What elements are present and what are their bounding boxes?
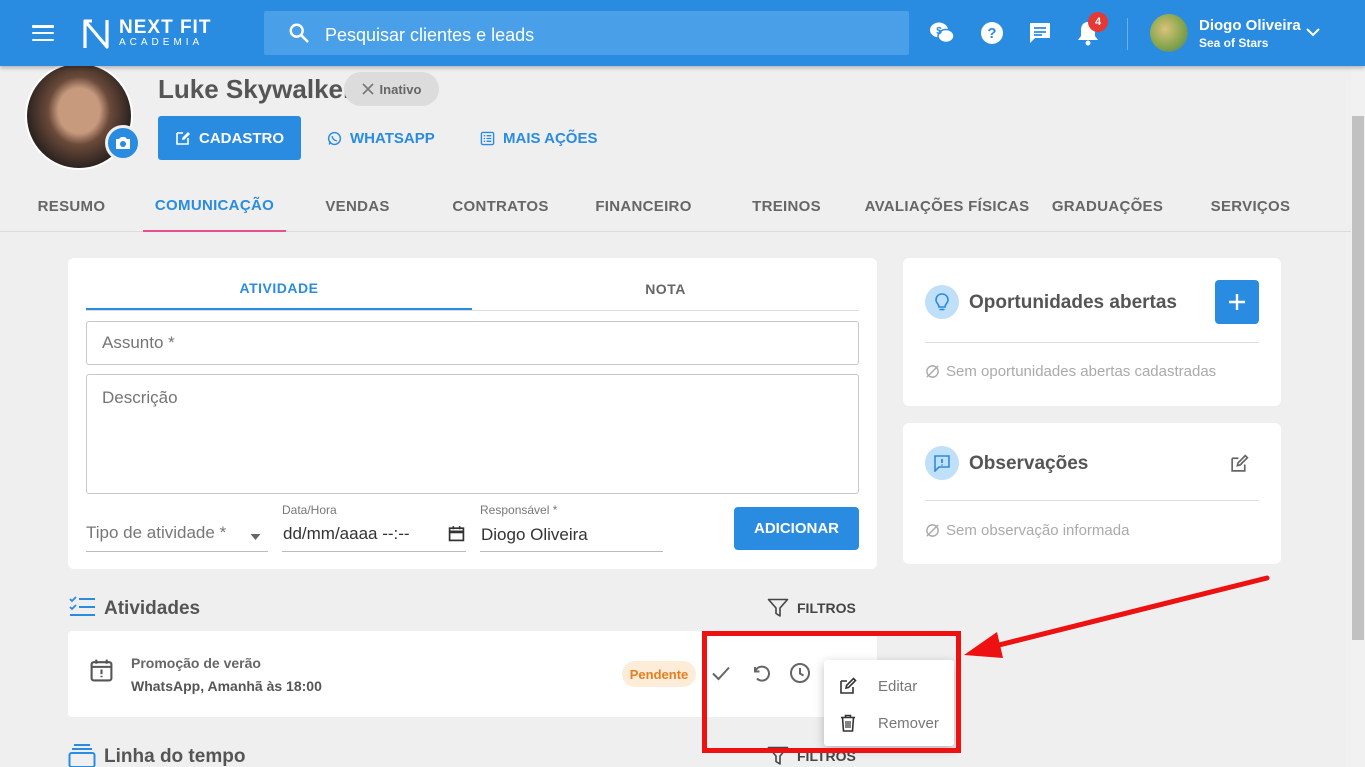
cadastro-button[interactable]: CADASTRO (158, 116, 301, 160)
responsavel-underline (480, 551, 663, 552)
svg-text:$: $ (936, 26, 942, 37)
assunto-input[interactable] (86, 321, 859, 365)
tab-servicos[interactable]: SERVIÇOS (1179, 180, 1322, 232)
subtab-nota[interactable]: NOTA (472, 268, 859, 310)
responsavel-label: Responsável * (480, 503, 558, 517)
responsavel-input[interactable]: Diogo Oliveira (481, 525, 588, 545)
oportunidades-divider (925, 342, 1259, 343)
svg-text:?: ? (987, 25, 996, 42)
activity-subtitle: WhatsApp, Amanhã às 18:00 (131, 678, 322, 694)
chevron-down-icon[interactable] (1305, 26, 1321, 38)
mais-acoes-button[interactable]: MAIS AÇÕES (480, 116, 597, 160)
tab-vendas[interactable]: VENDAS (286, 180, 429, 232)
camera-icon[interactable] (105, 125, 141, 161)
datahora-underline (282, 551, 466, 552)
close-icon (361, 83, 374, 95)
tab-financeiro[interactable]: FINANCEIRO (572, 180, 715, 232)
logo-subtitle: ACADEMIA (119, 37, 204, 48)
oportunidades-empty-text: Sem oportunidades abertas cadastradas (946, 363, 1217, 380)
descricao-textarea[interactable] (86, 374, 859, 494)
chat-money-icon[interactable]: $ (929, 20, 955, 46)
whatsapp-label: WHATSAPP (350, 129, 435, 147)
user-name[interactable]: Diogo Oliveira (1199, 17, 1301, 34)
red-arrow-annotation (964, 575, 1270, 658)
observacoes-empty: Sem observação informada (925, 522, 1129, 539)
subtab-divider (86, 310, 859, 311)
tab-resumo[interactable]: RESUMO (0, 180, 143, 232)
atividades-title: Atividades (104, 598, 201, 619)
scrollbar-thumb[interactable] (1352, 116, 1364, 640)
add-oportunidade-button[interactable] (1215, 280, 1259, 324)
user-avatar[interactable] (1150, 14, 1188, 52)
empty-set-icon (926, 524, 939, 537)
comment-alert-icon (925, 446, 959, 480)
search-icon (289, 23, 309, 43)
dropdown-arrow-icon[interactable] (250, 534, 261, 540)
calendar-icon[interactable] (448, 525, 465, 542)
help-icon[interactable]: ? (979, 20, 1005, 46)
tab-treinos[interactable]: TREINOS (715, 180, 858, 232)
observacoes-divider (925, 500, 1259, 501)
highlight-box-annotation (702, 631, 961, 753)
tipo-underline (86, 551, 268, 552)
status-label: Inativo (379, 81, 422, 97)
calendar-alert-icon (90, 659, 113, 682)
search-input[interactable] (325, 22, 885, 48)
tab-contratos[interactable]: CONTRATOS (429, 180, 572, 232)
edit-icon (176, 132, 190, 145)
observacoes-card (903, 423, 1281, 564)
checklist-icon (69, 596, 95, 616)
whatsapp-icon (327, 131, 342, 145)
status-badge: Pendente (622, 661, 696, 687)
notification-count-badge: 4 (1088, 12, 1108, 32)
adicionar-button[interactable]: ADICIONAR (734, 507, 859, 550)
edit-observacoes-icon[interactable] (1229, 453, 1250, 474)
tab-avaliacoes-fisicas[interactable]: AVALIAÇÕES FÍSICAS (858, 180, 1036, 232)
tab-comunicacao[interactable]: COMUNICAÇÃO (143, 180, 286, 232)
observacoes-title: Observações (969, 453, 1089, 474)
whatsapp-button[interactable]: WHATSAPP (327, 116, 435, 160)
oportunidades-title: Oportunidades abertas (969, 292, 1177, 313)
messages-icon[interactable] (1027, 20, 1053, 46)
tab-graduacoes[interactable]: GRADUAÇÕES (1036, 180, 1179, 232)
topbar-divider (1127, 18, 1128, 50)
cadastro-label: CADASTRO (199, 129, 284, 147)
hamburger-menu-icon[interactable] (30, 22, 56, 44)
plus-icon (1229, 294, 1245, 310)
datahora-label: Data/Hora (282, 503, 337, 517)
next-fit-logo-icon[interactable] (82, 18, 110, 50)
filter-icon (767, 598, 789, 617)
lightbulb-icon (925, 285, 959, 319)
logo-title: NEXT FIT (119, 17, 212, 38)
datahora-input[interactable]: dd/mm/aaaa --:-- (283, 524, 410, 544)
timeline-layers-icon (68, 744, 96, 767)
status-chip: Inativo (344, 72, 439, 106)
activity-title: Promoção de verão (131, 655, 261, 671)
list-icon (480, 131, 495, 145)
timeline-title: Linha do tempo (104, 746, 246, 767)
empty-set-icon (926, 365, 939, 378)
atividades-filter-label: FILTROS (797, 600, 856, 616)
mais-acoes-label: MAIS AÇÕES (503, 129, 598, 147)
user-organization: Sea of Stars (1199, 36, 1269, 50)
oportunidades-empty: Sem oportunidades abertas cadastradas (925, 363, 1216, 380)
tipo-atividade-select[interactable]: Tipo de atividade * (86, 523, 226, 543)
subtab-atividade[interactable]: ATIVIDADE (86, 268, 472, 310)
atividades-filter-button[interactable]: FILTROS (767, 598, 856, 618)
observacoes-empty-text: Sem observação informada (946, 522, 1130, 539)
client-name: Luke Skywalker (158, 74, 354, 104)
